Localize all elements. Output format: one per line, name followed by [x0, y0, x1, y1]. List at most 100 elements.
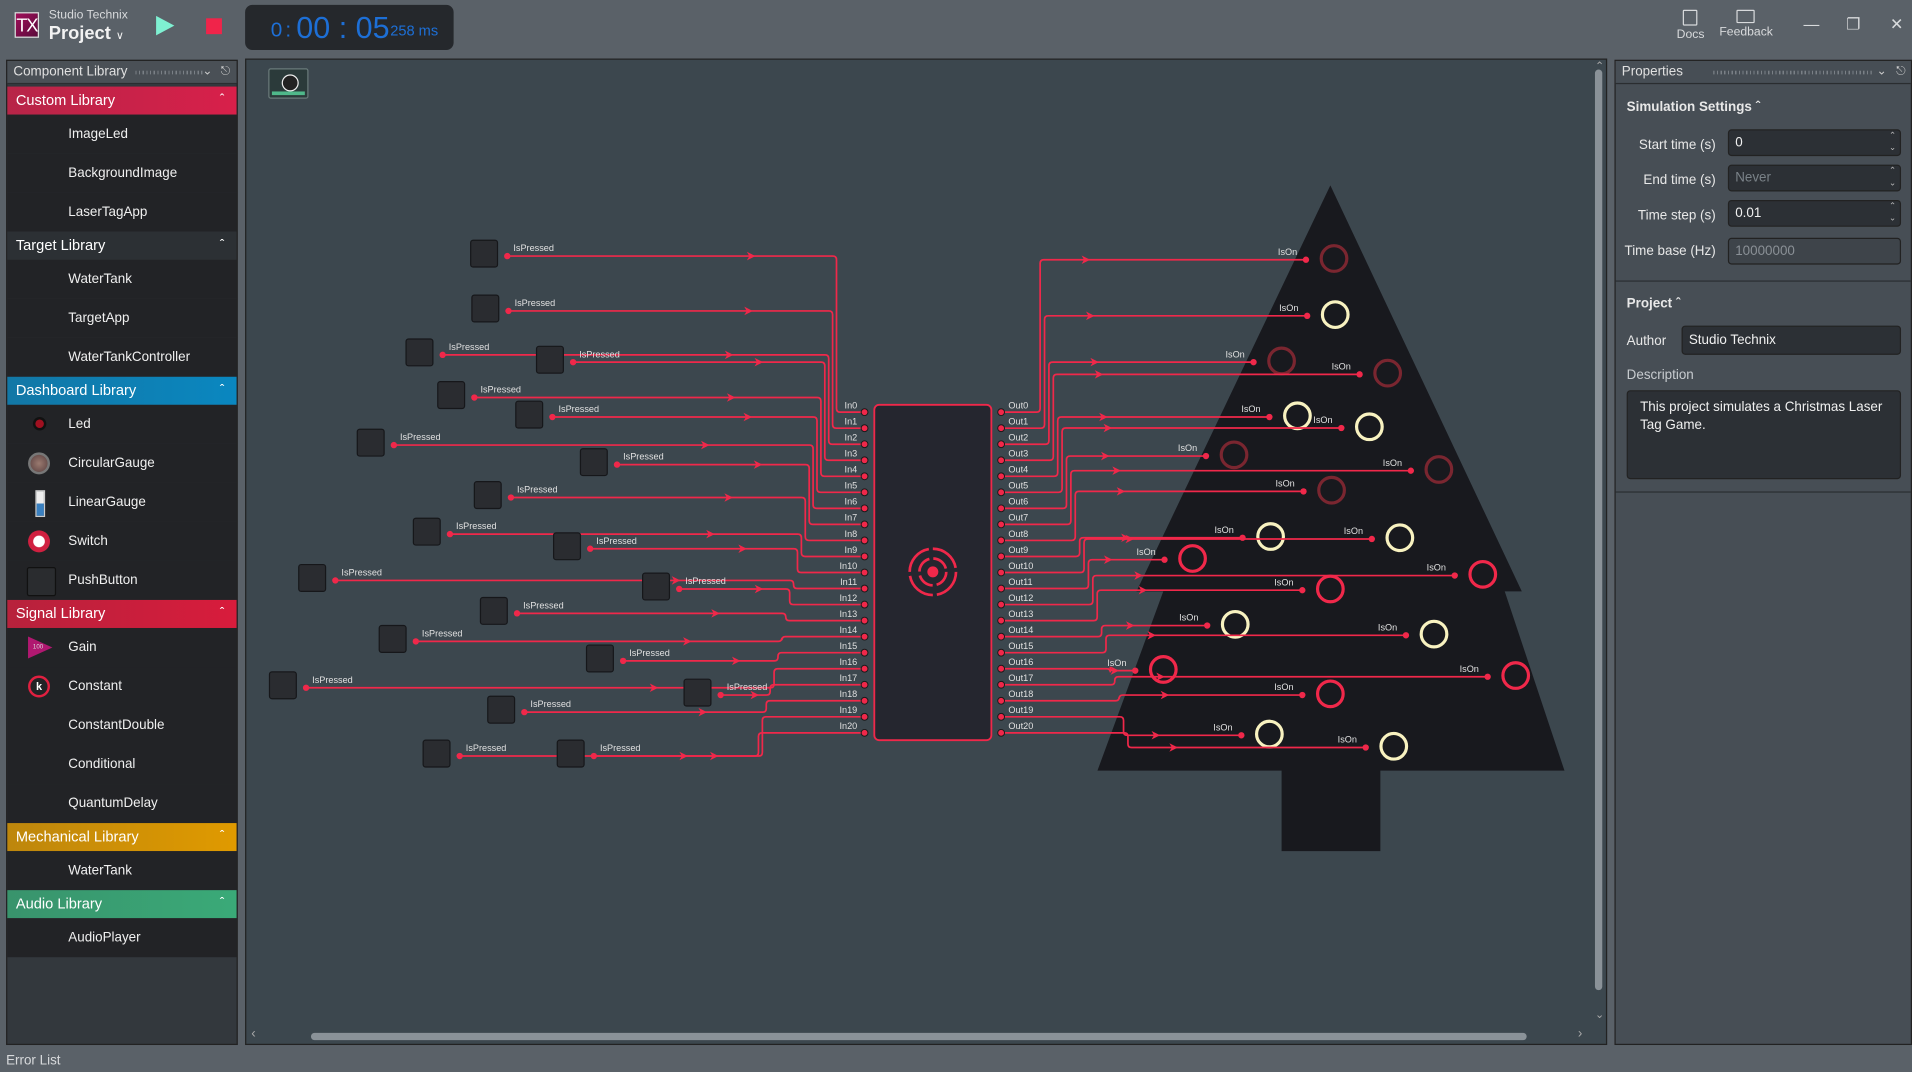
output-port[interactable]	[471, 394, 478, 401]
description-textarea[interactable]: This project simulates a Christmas Laser…	[1626, 390, 1902, 480]
input-port[interactable]	[1402, 632, 1410, 639]
wire[interactable]	[415, 635, 865, 643]
push-button[interactable]	[298, 563, 327, 593]
push-button[interactable]	[378, 624, 407, 653]
library-item-lineargauge[interactable]: LinearGauge	[7, 482, 237, 522]
block-input-port[interactable]	[860, 488, 869, 497]
input-port[interactable]	[1299, 691, 1306, 699]
block-output-port[interactable]	[997, 712, 1006, 721]
diagram-svg[interactable]: IsPressed IsPressed IsPressed IsPressed IsPr…	[245, 59, 1607, 1045]
output-port[interactable]	[507, 494, 515, 501]
restore-button[interactable]: ❐	[1846, 15, 1860, 35]
push-button[interactable]	[479, 596, 508, 625]
input-port[interactable]	[1302, 256, 1310, 263]
library-item-watertank[interactable]: WaterTank	[7, 259, 237, 299]
drag-handle[interactable]	[1713, 70, 1872, 75]
block-output-port[interactable]	[997, 504, 1006, 513]
scroll-down-arrow[interactable]: ⌄	[1595, 1008, 1604, 1021]
input-port[interactable]	[1356, 371, 1363, 378]
push-button[interactable]	[487, 695, 516, 724]
output-port[interactable]	[302, 684, 310, 691]
spinner-icon[interactable]: ⌃ ⌄	[1889, 201, 1896, 225]
output-port[interactable]	[504, 252, 511, 260]
input-port[interactable]	[1484, 673, 1491, 680]
push-button[interactable]	[412, 517, 441, 546]
library-item-targetapp[interactable]: TargetApp	[7, 298, 237, 338]
section-header-target-library[interactable]: Target Library ˆ	[7, 231, 237, 260]
block-output-port[interactable]	[997, 488, 1006, 497]
output-port[interactable]	[439, 351, 446, 359]
library-item-watertank[interactable]: WaterTank	[7, 851, 237, 891]
block-input-port[interactable]	[860, 552, 869, 561]
block-output-port[interactable]	[997, 552, 1006, 561]
block-input-port[interactable]	[860, 584, 869, 593]
input-port[interactable]	[1204, 622, 1211, 629]
minimize-button[interactable]: —	[1803, 15, 1819, 33]
output-port[interactable]	[549, 413, 556, 421]
output-port[interactable]	[587, 545, 594, 552]
section-header-signal-library[interactable]: Signal Library ˆ	[7, 599, 237, 628]
block-output-port[interactable]	[997, 584, 1006, 593]
push-button[interactable]	[422, 739, 451, 768]
diagram-canvas[interactable]: IsPressed IsPressed IsPressed IsPressed IsPr…	[245, 58, 1608, 1046]
block-output-port[interactable]	[997, 520, 1006, 529]
push-button[interactable]	[471, 294, 500, 323]
block-output-port[interactable]	[997, 472, 1006, 481]
library-item-backgroundimage[interactable]: BackgroundImage	[7, 153, 237, 193]
push-button[interactable]	[579, 448, 608, 477]
block-input-port[interactable]	[860, 712, 869, 721]
push-button[interactable]	[642, 572, 671, 601]
block-input-port[interactable]	[860, 600, 869, 609]
section-header-audio-library[interactable]: Audio Library ˆ	[7, 890, 237, 919]
pin-icon[interactable]: ⎋	[1896, 61, 1906, 83]
simulation-settings-toggle[interactable]: Simulation Settings ˆ	[1627, 100, 1760, 115]
block-input-port[interactable]	[860, 520, 869, 529]
time-step-input[interactable]: 0.01 ⌃ ⌄	[1727, 199, 1902, 227]
start-time-input[interactable]: 0 ⌃ ⌄	[1727, 129, 1902, 157]
output-port[interactable]	[446, 530, 454, 538]
push-button[interactable]	[556, 739, 585, 768]
wire[interactable]	[1001, 455, 1206, 510]
input-port[interactable]	[1299, 587, 1306, 594]
push-button[interactable]	[356, 428, 385, 457]
library-item-circulargauge[interactable]: CircularGauge	[7, 443, 237, 483]
library-item-constantdouble[interactable]: ConstantDouble	[7, 706, 237, 746]
block-input-port[interactable]	[860, 456, 869, 465]
wire[interactable]	[507, 255, 865, 414]
block-output-port[interactable]	[997, 456, 1006, 465]
stop-button[interactable]	[206, 18, 222, 35]
wire[interactable]	[590, 547, 865, 574]
block-input-port[interactable]	[860, 424, 869, 433]
push-button[interactable]	[405, 338, 434, 367]
input-port[interactable]	[1362, 744, 1369, 751]
input-port[interactable]	[1407, 467, 1415, 474]
output-port[interactable]	[456, 752, 463, 760]
library-item-switch[interactable]: Switch	[7, 521, 237, 561]
library-item-led[interactable]: Led	[7, 404, 237, 444]
block-output-port[interactable]	[997, 600, 1006, 609]
input-port[interactable]	[1239, 534, 1246, 541]
library-item-watertankcontroller[interactable]: WaterTankController	[7, 337, 237, 377]
block-input-port[interactable]	[860, 680, 869, 689]
library-item-imageled[interactable]: ImageLed	[7, 114, 237, 154]
block-input-port[interactable]	[860, 504, 869, 513]
input-port[interactable]	[1132, 667, 1139, 674]
output-port[interactable]	[619, 657, 627, 665]
output-port[interactable]	[521, 708, 528, 716]
block-output-port[interactable]	[997, 616, 1006, 625]
block-output-port[interactable]	[997, 408, 1006, 417]
block-output-port[interactable]	[997, 536, 1006, 545]
block-output-port[interactable]	[997, 440, 1006, 449]
library-item-quantumdelay[interactable]: QuantumDelay	[7, 784, 237, 824]
wire[interactable]	[617, 463, 865, 526]
play-button[interactable]	[156, 15, 175, 36]
output-port[interactable]	[513, 610, 521, 617]
project-menu[interactable]: Project ∨	[49, 23, 124, 44]
scroll-right-arrow[interactable]: ›	[1578, 1027, 1582, 1042]
input-port[interactable]	[1202, 452, 1210, 460]
output-port[interactable]	[569, 358, 577, 366]
output-port[interactable]	[590, 752, 598, 760]
push-button[interactable]	[552, 532, 582, 561]
spinner-icon[interactable]: ⌃ ⌄	[1889, 166, 1896, 190]
end-time-input[interactable]: Never ⌃ ⌄	[1727, 164, 1902, 192]
